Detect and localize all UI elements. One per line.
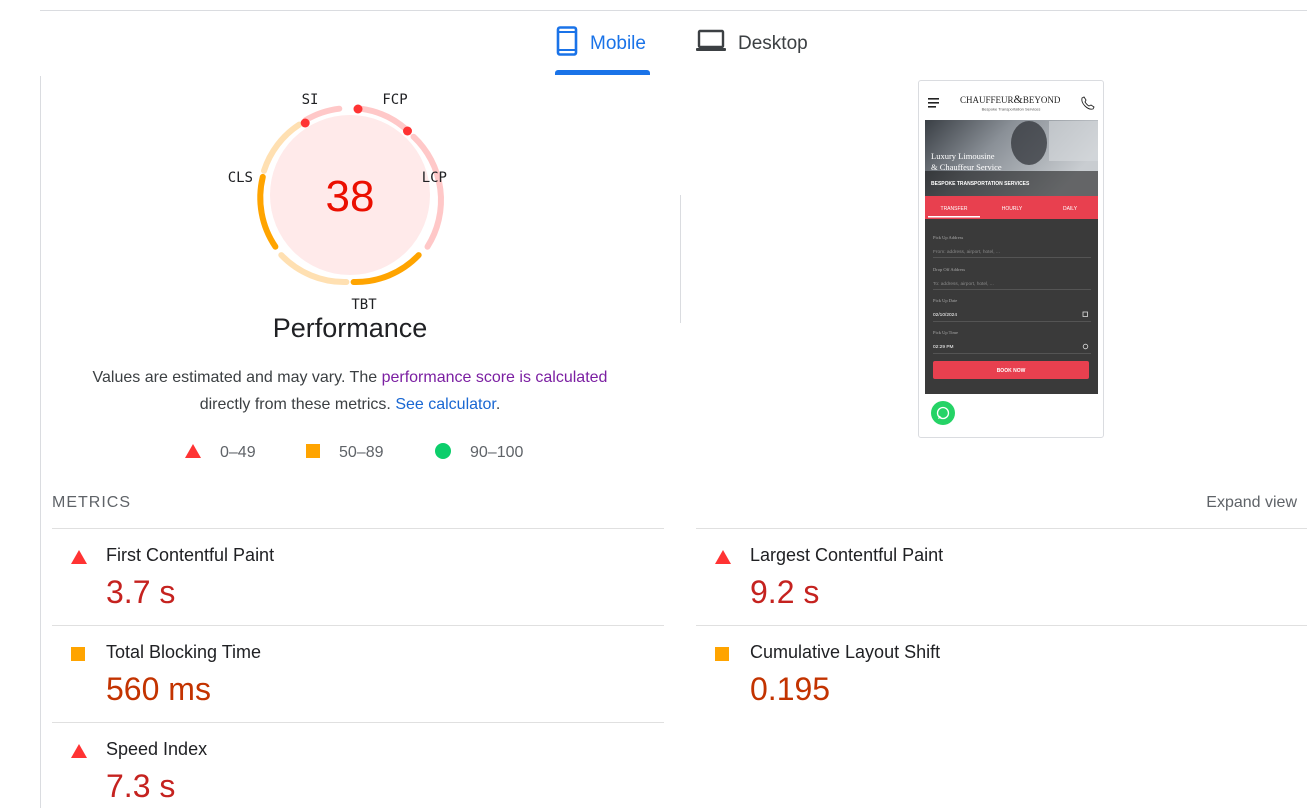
screenshot-field-2-label: Drop Off Address	[933, 267, 965, 272]
desc-text-2: directly from these metrics.	[199, 396, 396, 413]
tab-desktop[interactable]: Desktop	[696, 12, 808, 76]
svg-text:CHAUFFEUR&BEYOND: CHAUFFEUR&BEYOND	[960, 92, 1061, 106]
desc-text-3: .	[495, 396, 501, 413]
gauge-dot-fcp	[353, 104, 363, 114]
metric-first-contentful-paint: First Contentful Paint 3.7 s	[52, 529, 612, 625]
gauge-label-lcp: LCP	[422, 170, 447, 186]
top-divider	[40, 10, 1307, 11]
screenshot-field-4-label: Pick Up Time	[933, 330, 958, 335]
page-screenshot: CHAUFFEUR&BEYOND Bespoke Transportation …	[918, 80, 1104, 438]
fail-triangle-icon	[714, 549, 732, 570]
phone-icon	[1081, 96, 1095, 110]
metric-cumulative-layout-shift: Cumulative Layout Shift 0.195	[696, 626, 1256, 722]
gauge-label-si: SI	[302, 92, 319, 108]
mobile-phone-icon	[556, 26, 578, 62]
triangle-icon	[184, 443, 202, 464]
see-calculator-link[interactable]: See calculator	[395, 396, 496, 413]
hamburger-icon	[928, 98, 939, 108]
desc-text-1: Values are estimated and may vary. The	[92, 369, 382, 386]
screenshot-field-4-value: 02:29 PM	[933, 344, 954, 350]
legend-average-label: 50–89	[339, 444, 384, 461]
metric-value: 9.2 s	[750, 574, 820, 610]
metric-name: Largest Contentful Paint	[750, 545, 944, 565]
whatsapp-icon	[931, 401, 955, 425]
legend-fail: 0–49	[184, 443, 256, 463]
left-border	[40, 76, 41, 808]
screenshot-field-2-value: To: address, airport, hotel, ...	[933, 281, 994, 287]
metric-total-blocking-time: Total Blocking Time 560 ms	[52, 626, 612, 722]
screenshot-render: CHAUFFEUR&BEYOND Bespoke Transportation …	[925, 92, 1098, 425]
metric-largest-contentful-paint: Largest Contentful Paint 9.2 s	[696, 529, 1256, 625]
metric-name: Cumulative Layout Shift	[750, 642, 941, 662]
gauge-label-fcp: FCP	[382, 92, 407, 108]
tab-mobile-label: Mobile	[590, 33, 646, 54]
screenshot-field-3-value: 02/10/2024	[933, 312, 957, 318]
gauge-label-tbt: TBT	[351, 297, 377, 313]
active-tab-indicator	[555, 70, 650, 75]
gauge-score: 38	[326, 172, 375, 221]
screenshot-tab-daily: DAILY	[1063, 206, 1078, 212]
gauge-dot-lcp	[403, 126, 412, 136]
metric-value: 0.195	[750, 671, 831, 707]
metric-name: Total Blocking Time	[106, 642, 262, 662]
screenshot-field-1-value: From: address, airport, hotel, ...	[933, 249, 1000, 255]
metric-name: First Contentful Paint	[106, 545, 275, 565]
screenshot-tagline: Bespoke Transportation Services	[982, 107, 1041, 112]
metric-value: 7.3 s	[106, 768, 176, 804]
square-icon	[305, 443, 321, 464]
tab-desktop-label: Desktop	[738, 33, 808, 54]
laptop-icon	[696, 29, 726, 59]
screenshot-hero-line2: & Chauffeur Service	[931, 162, 1002, 172]
score-calculated-link[interactable]: performance score is calculated	[382, 369, 608, 386]
screenshot-field-3-label: Pick Up Date	[933, 298, 957, 303]
tab-mobile[interactable]: Mobile	[556, 12, 646, 76]
legend-pass-label: 90–100	[470, 444, 524, 461]
metrics-heading: METRICS	[52, 494, 131, 511]
average-square-icon	[70, 646, 86, 667]
legend-fail-label: 0–49	[220, 444, 256, 461]
screenshot-brand-2: BEYOND	[1023, 95, 1061, 105]
metric-speed-index: Speed Index 7.3 s	[52, 723, 612, 808]
gauge-dot-si	[300, 118, 310, 128]
score-description: Values are estimated and may vary. The p…	[60, 364, 640, 418]
expand-view-button[interactable]: Expand view	[1206, 494, 1297, 512]
metric-name: Speed Index	[106, 739, 208, 759]
device-tabs: Mobile Desktop	[0, 12, 1307, 76]
screenshot-brand: CHAUFFEUR	[960, 95, 1014, 105]
screenshot-field-1-label: Pick Up Address	[933, 235, 963, 240]
metric-value: 560 ms	[106, 671, 211, 707]
screenshot-tab-hourly: HOURLY	[1002, 206, 1023, 212]
screenshot-hero-line1: Luxury Limousine	[931, 151, 995, 161]
fail-triangle-icon	[70, 743, 88, 764]
screenshot-book-button-label: BOOK NOW	[997, 368, 1026, 374]
average-square-icon	[714, 646, 730, 667]
fail-triangle-icon	[70, 549, 88, 570]
metric-value: 3.7 s	[106, 574, 176, 610]
legend-pass: 90–100	[434, 442, 524, 465]
performance-gauge: 38 SI FCP LCP TBT CLS	[228, 92, 447, 313]
performance-title: Performance	[272, 313, 428, 343]
gauge-label-cls: CLS	[228, 170, 253, 186]
center-divider	[680, 195, 681, 323]
screenshot-hero-sub: BESPOKE TRANSPORTATION SERVICES	[931, 181, 1030, 187]
screenshot-tab-transfer: TRANSFER	[941, 206, 968, 212]
circle-icon	[434, 442, 452, 465]
legend-average: 50–89	[305, 443, 384, 463]
